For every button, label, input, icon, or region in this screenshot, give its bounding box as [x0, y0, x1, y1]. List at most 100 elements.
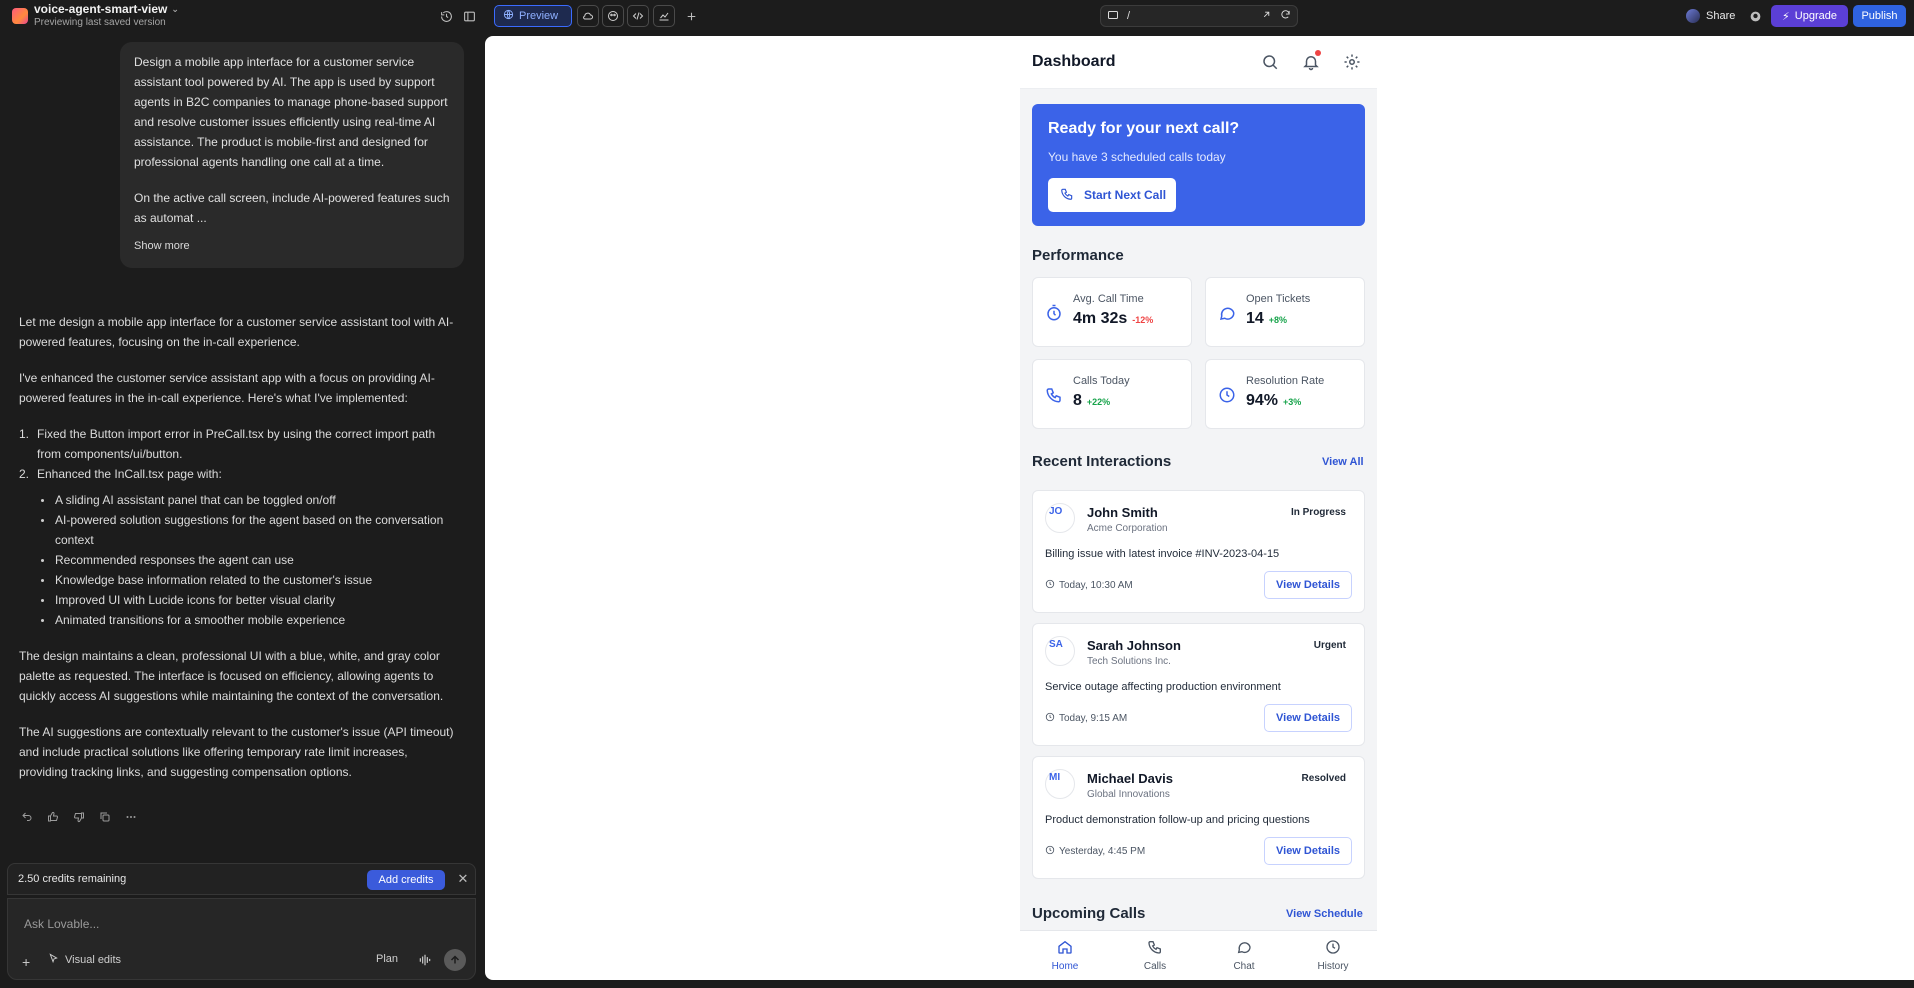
upgrade-label: Upgrade [1794, 10, 1837, 22]
step-number: 1. [19, 427, 30, 441]
interaction-card[interactable]: MI Michael Davis Global Innovations Reso… [1032, 756, 1365, 879]
sidebar-toggle-icon[interactable] [461, 8, 477, 24]
step-text: Fixed the Button import error in PreCall… [37, 427, 436, 461]
upcoming-calls-title: Upcoming Calls [1032, 905, 1146, 922]
interaction-card[interactable]: JO John Smith Acme Corporation In Progre… [1032, 490, 1365, 613]
chat-icon [1236, 939, 1252, 958]
nav-label: Calls [1143, 961, 1167, 972]
preview-button[interactable]: Preview [494, 5, 572, 27]
show-more-button[interactable]: Show more [134, 236, 450, 256]
close-icon[interactable]: ✕ [456, 871, 470, 886]
status-badge: In Progress [1290, 507, 1346, 518]
preview-label: Preview [519, 10, 559, 22]
thumbs-up-icon[interactable] [46, 810, 60, 824]
view-details-button[interactable]: View Details [1264, 704, 1352, 732]
view-all-link[interactable]: View All [1322, 456, 1364, 468]
hero-subtitle: You have 3 scheduled calls today [1048, 150, 1226, 164]
stat-card-open-tickets[interactable]: Open Tickets 14 +8% [1205, 277, 1365, 347]
cloud-icon[interactable] [577, 5, 599, 27]
timer-icon [1045, 304, 1063, 322]
next-call-card: Ready for your next call? You have 3 sch… [1032, 104, 1365, 226]
view-details-button[interactable]: View Details [1264, 837, 1352, 865]
external-link-icon[interactable] [1261, 9, 1272, 23]
voice-icon[interactable] [418, 953, 432, 972]
clock-icon [1218, 386, 1236, 404]
add-credits-button[interactable]: Add credits [367, 870, 445, 890]
history-icon[interactable] [438, 8, 454, 24]
list-item: Recommended responses the agent can use [19, 550, 459, 570]
list-item: 2. Enhanced the InCall.tsx page with: [19, 464, 459, 484]
nav-home[interactable]: Home [1040, 939, 1090, 972]
interaction-card[interactable]: SA Sarah Johnson Tech Solutions Inc. Urg… [1032, 623, 1365, 746]
interaction-time: Today, 9:15 AM [1059, 713, 1128, 724]
nav-history[interactable]: History [1308, 939, 1358, 972]
lovable-logo-icon[interactable] [12, 8, 28, 24]
interaction-time: Yesterday, 4:45 PM [1059, 846, 1146, 857]
share-button[interactable]: Share [1680, 5, 1741, 27]
plus-icon[interactable] [683, 8, 699, 24]
user-message-paragraph: Design a mobile app interface for a cust… [134, 55, 448, 169]
nav-label: Home [1051, 961, 1079, 972]
chat-input[interactable]: Ask Lovable... [24, 917, 99, 931]
device-icon[interactable] [1107, 9, 1119, 24]
nav-calls[interactable]: Calls [1130, 939, 1180, 972]
refresh-icon[interactable] [1280, 9, 1291, 23]
message-icon [1218, 304, 1236, 322]
send-button[interactable] [444, 949, 466, 971]
search-icon[interactable] [1261, 53, 1279, 71]
stat-delta: -12% [1132, 315, 1154, 325]
stat-label: Calls Today [1073, 375, 1130, 387]
plan-button[interactable]: Plan [376, 953, 398, 965]
copy-icon[interactable] [98, 810, 112, 824]
stat-card-avg-call-time[interactable]: Avg. Call Time 4m 32s -12% [1032, 277, 1192, 347]
undo-icon[interactable] [20, 810, 34, 824]
issue-text: Service outage affecting production envi… [1045, 681, 1281, 693]
stat-label: Open Tickets [1246, 293, 1311, 305]
code-icon[interactable] [627, 5, 649, 27]
upgrade-button[interactable]: ⚡ Upgrade [1771, 5, 1848, 27]
phone-icon [1147, 939, 1163, 958]
analytics-icon[interactable] [653, 5, 675, 27]
bell-icon[interactable] [1302, 50, 1321, 71]
publish-button[interactable]: Publish [1853, 5, 1906, 27]
user-message-paragraph: On the active call screen, include AI-po… [134, 191, 450, 225]
design-icon[interactable] [602, 5, 624, 27]
list-item: Improved UI with Lucide icons for better… [19, 590, 459, 610]
view-schedule-link[interactable]: View Schedule [1286, 908, 1363, 920]
start-next-call-label: Start Next Call [1084, 188, 1167, 202]
thumbs-down-icon[interactable] [72, 810, 86, 824]
url-path: / [1127, 10, 1131, 22]
customer-company: Global Innovations [1087, 789, 1170, 800]
visual-edits-button[interactable]: Visual edits [48, 953, 121, 967]
status-badge: Resolved [1301, 773, 1346, 784]
list-item: Animated transitions for a smoother mobi… [19, 610, 459, 630]
avatar: JO [1045, 503, 1075, 533]
view-details-button[interactable]: View Details [1264, 571, 1352, 599]
nav-chat[interactable]: Chat [1219, 939, 1269, 972]
avatar: MI [1045, 769, 1075, 799]
stat-delta: +3% [1283, 397, 1302, 407]
home-icon [1057, 939, 1073, 958]
assistant-paragraph: Let me design a mobile app interface for… [19, 315, 454, 349]
step-text: Enhanced the InCall.tsx page with: [37, 467, 222, 481]
customer-company: Acme Corporation [1087, 523, 1168, 534]
stat-card-resolution-rate[interactable]: Resolution Rate 94% +3% [1205, 359, 1365, 429]
start-next-call-button[interactable]: Start Next Call [1048, 178, 1176, 212]
status-badge: Urgent [1313, 640, 1346, 651]
credits-text: 2.50 credits remaining [18, 873, 127, 885]
url-bar[interactable]: / [1100, 5, 1298, 27]
assistant-message: Let me design a mobile app interface for… [19, 312, 459, 798]
list-item: A sliding AI assistant panel that can be… [19, 490, 459, 510]
gear-icon[interactable] [1343, 53, 1361, 71]
project-switcher[interactable]: voice-agent-smart-view ⌄ Previewing last … [34, 2, 179, 28]
list-item: AI-powered solution suggestions for the … [19, 510, 459, 550]
stat-delta: +8% [1268, 315, 1288, 325]
github-icon[interactable] [1747, 8, 1763, 24]
plus-icon[interactable]: + [22, 954, 30, 970]
issue-text: Billing issue with latest invoice #INV-2… [1045, 548, 1280, 560]
stat-card-calls-today[interactable]: Calls Today 8 +22% [1032, 359, 1192, 429]
issue-text: Product demonstration follow-up and pric… [1045, 814, 1310, 826]
visual-edits-label: Visual edits [65, 954, 122, 966]
more-icon[interactable] [124, 810, 138, 824]
avatar: SA [1045, 636, 1075, 666]
